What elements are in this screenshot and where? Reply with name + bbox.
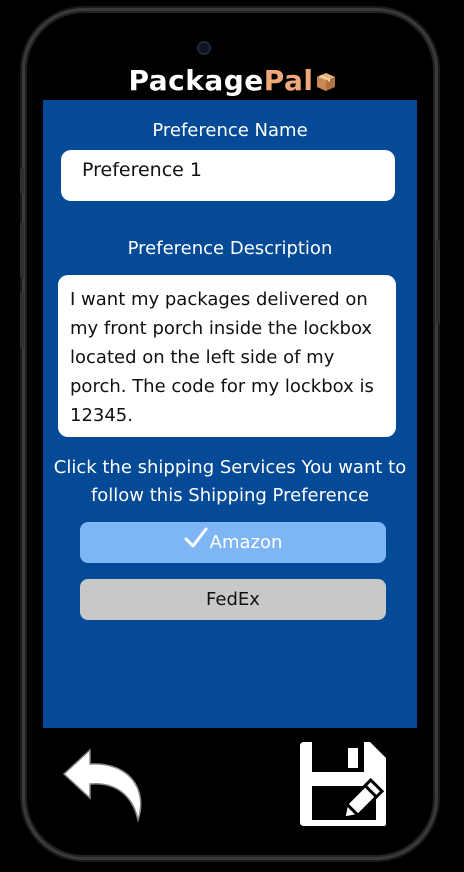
preference-name-input[interactable]: Preference 1 [61,150,395,201]
app-logo: PackagePal [0,64,464,97]
brand-name-part2: Pal [263,64,314,97]
checkmark-icon [184,523,208,548]
back-arrow-icon [62,748,142,823]
preference-name-label: Preference Name [152,120,308,141]
brand-name-part1: Package [128,64,264,97]
package-box-icon [316,66,336,91]
preference-form-screen: Preference Name Preference 1 Preference … [43,100,417,728]
phone-side-button [20,168,24,194]
service-label-fedex: FedEx [206,589,260,610]
service-button-fedex[interactable]: FedEx [80,579,386,620]
save-edit-icon [300,742,386,826]
phone-side-button [20,222,24,278]
preference-description-label: Preference Description [127,238,333,259]
preference-description-input[interactable]: I want my packages delivered on my front… [58,275,396,437]
front-camera [197,41,211,55]
service-label-amazon: Amazon [209,532,283,553]
phone-side-button [436,240,440,324]
shipping-instructions-text: Click the shipping Services You want to … [53,457,407,506]
save-button[interactable] [298,738,390,830]
service-button-amazon[interactable]: Amazon [80,522,386,563]
back-button[interactable] [60,742,150,826]
phone-side-button [20,292,24,348]
